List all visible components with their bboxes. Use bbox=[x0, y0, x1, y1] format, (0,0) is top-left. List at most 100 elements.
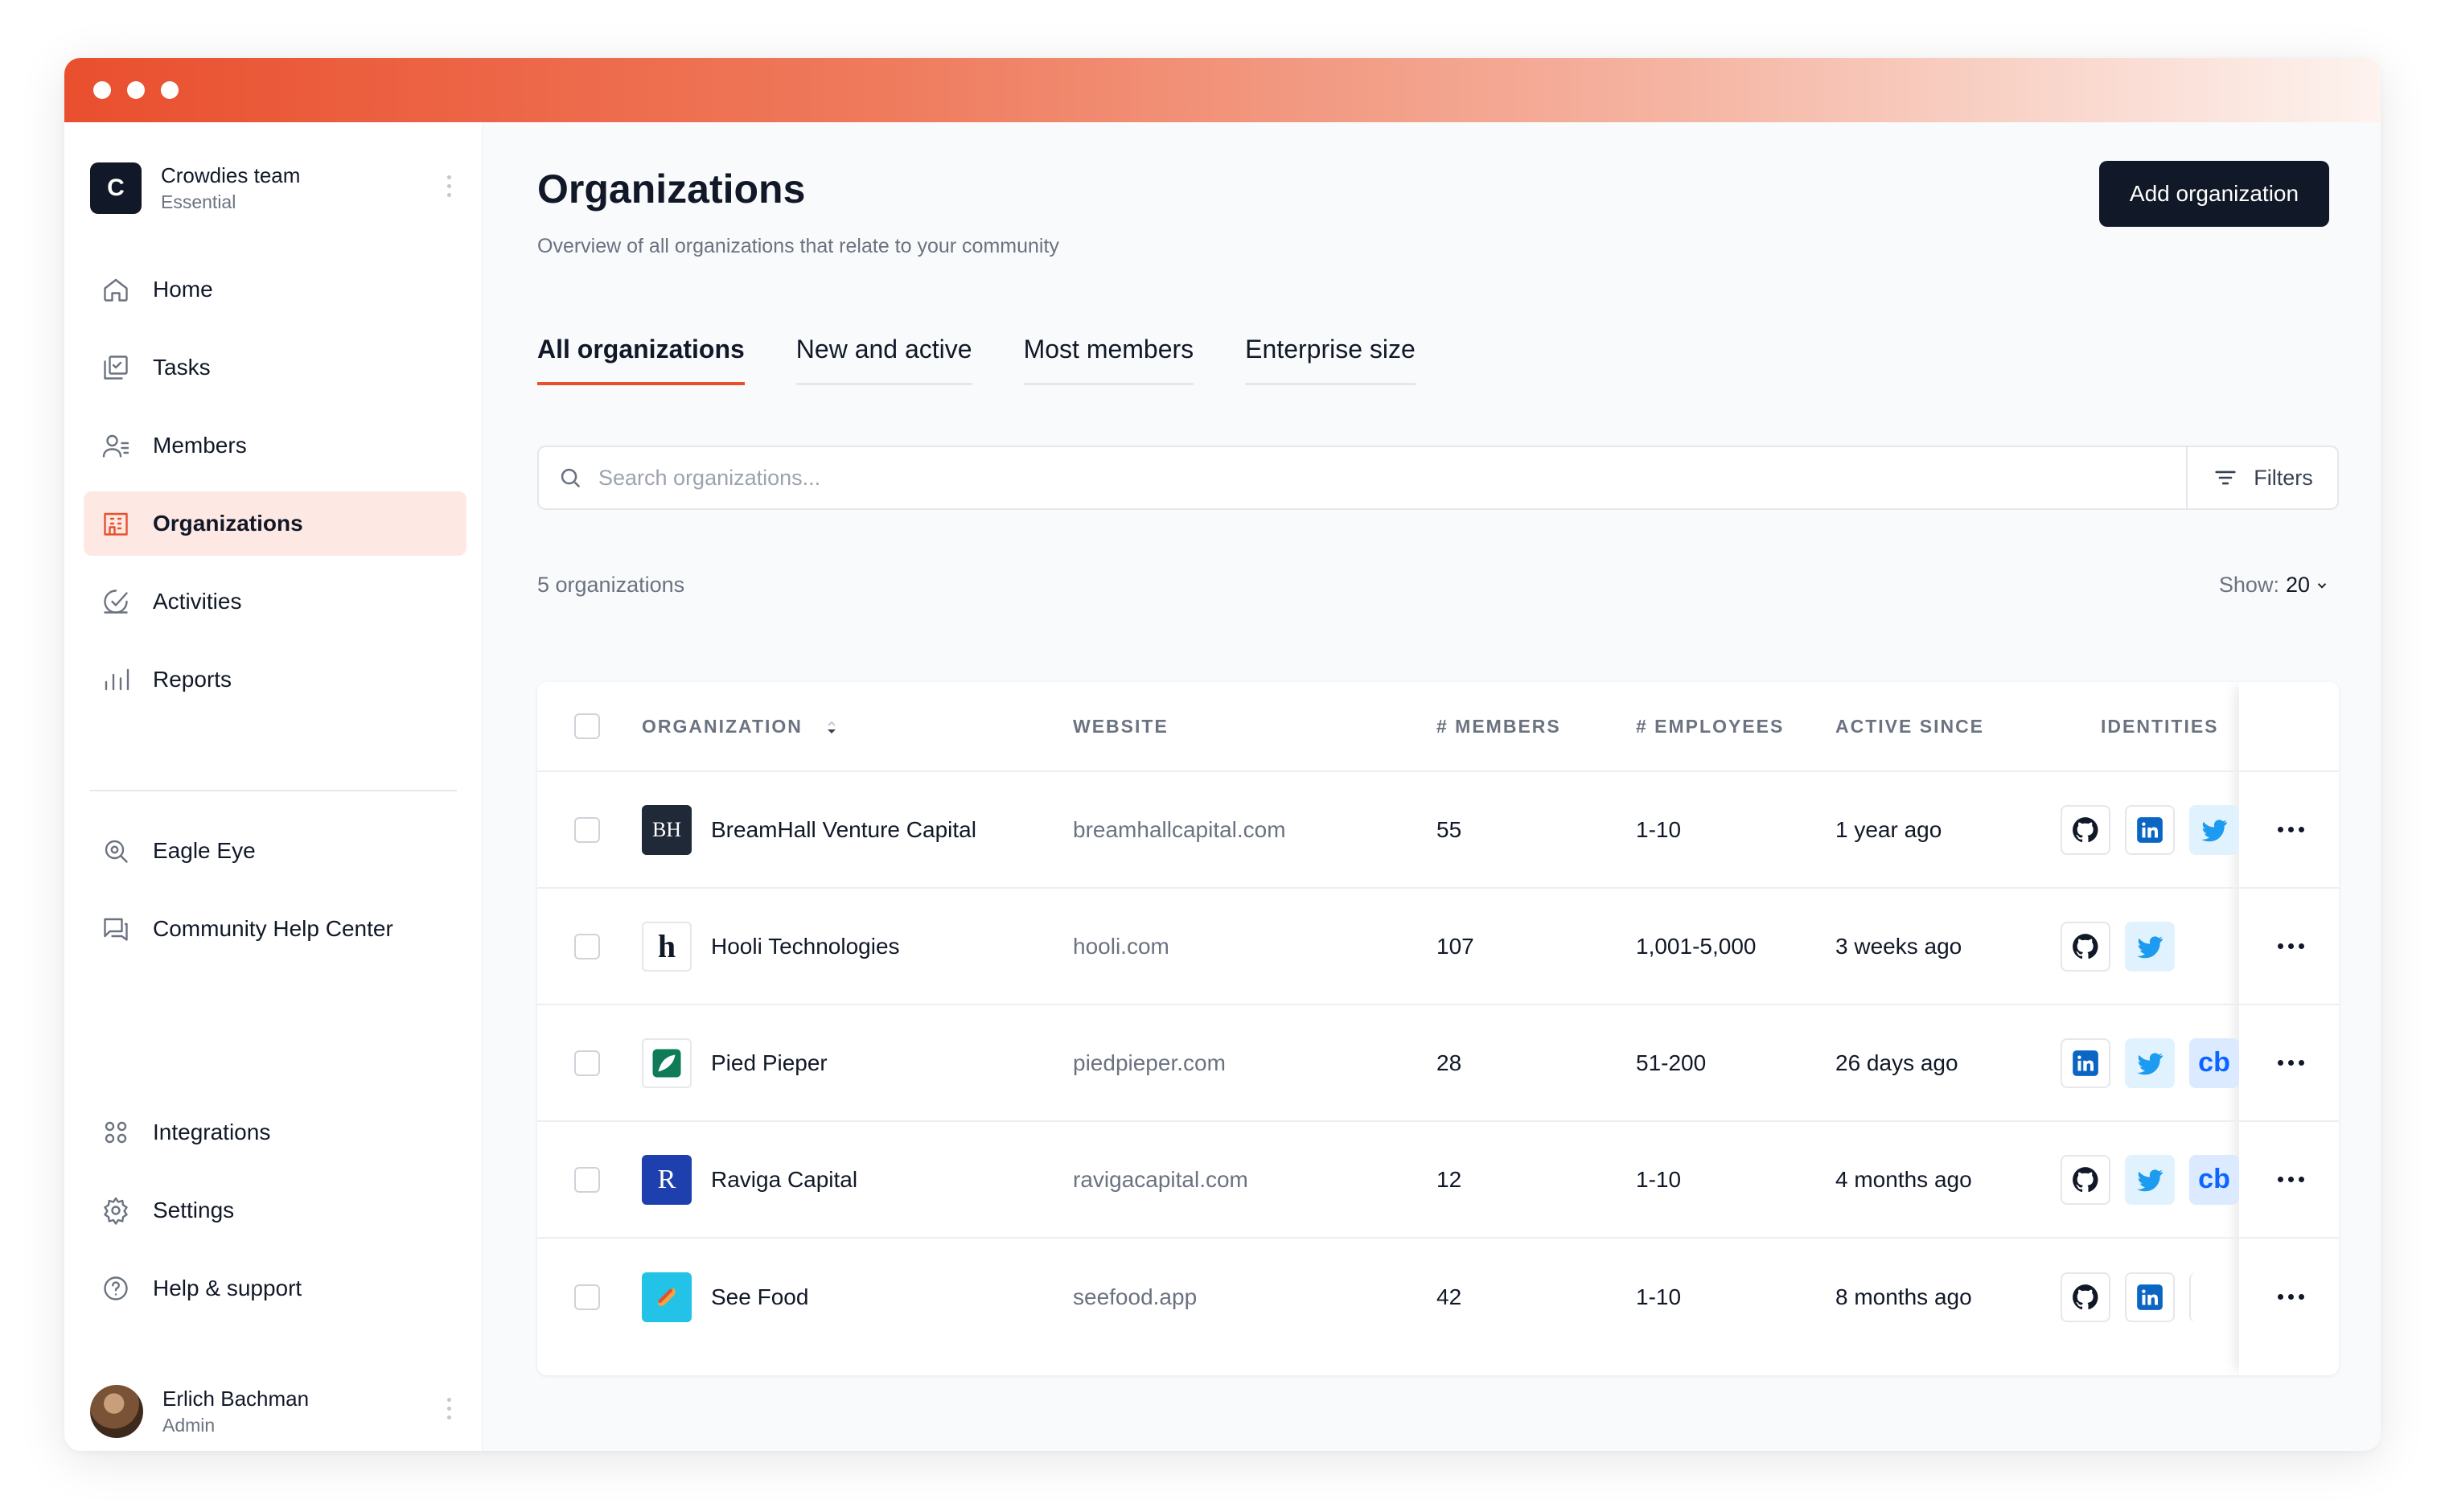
bottom-nav: Integrations Settings Help & support bbox=[84, 1100, 466, 1334]
nav-item-home[interactable]: Home bbox=[84, 257, 466, 322]
org-employees: 51-200 bbox=[1636, 1050, 1707, 1075]
crunchbase-icon[interactable]: cb bbox=[2189, 1037, 2239, 1088]
sort-icon[interactable] bbox=[825, 718, 838, 736]
github-icon[interactable] bbox=[2061, 921, 2110, 972]
nav-item-eagle-eye[interactable]: Eagle Eye bbox=[84, 819, 466, 883]
org-logo: BH bbox=[642, 804, 692, 855]
user-profile[interactable]: Erlich Bachman Admin bbox=[90, 1383, 460, 1440]
org-website[interactable]: ravigacapital.com bbox=[1073, 1167, 1248, 1193]
org-name[interactable]: Pied Pieper bbox=[711, 1050, 828, 1076]
table-row[interactable]: BH BreamHall Venture Capital breamhallca… bbox=[537, 772, 2339, 889]
org-website[interactable]: hooli.com bbox=[1073, 934, 1169, 959]
col-organization[interactable]: ORGANIZATION bbox=[642, 716, 838, 738]
identity-overflow-icon[interactable] bbox=[2189, 1272, 2213, 1322]
org-name[interactable]: See Food bbox=[711, 1284, 808, 1310]
row-actions-menu-icon[interactable] bbox=[2266, 931, 2315, 963]
org-active-since: 3 weeks ago bbox=[1835, 933, 1962, 959]
row-checkbox[interactable] bbox=[574, 1166, 600, 1193]
twitter-icon[interactable] bbox=[2125, 1154, 2175, 1205]
org-name[interactable]: BreamHall Venture Capital bbox=[711, 817, 976, 843]
identities: cb bbox=[2061, 1037, 2239, 1088]
window-close-dot[interactable] bbox=[93, 81, 111, 99]
tab-all-organizations[interactable]: All organizations bbox=[537, 335, 745, 385]
org-employees: 1,001-5,000 bbox=[1636, 933, 1757, 959]
filters-button[interactable]: Filters bbox=[2186, 447, 2337, 508]
twitter-icon[interactable] bbox=[2125, 1037, 2175, 1088]
home-icon bbox=[100, 273, 132, 306]
nav-label: Community Help Center bbox=[153, 916, 393, 941]
linkedin-icon[interactable] bbox=[2061, 1037, 2110, 1088]
table-row[interactable]: See Food seefood.app 42 1-10 8 months ag… bbox=[537, 1239, 2339, 1355]
nav-item-members[interactable]: Members bbox=[84, 413, 466, 478]
nav-item-integrations[interactable]: Integrations bbox=[84, 1100, 466, 1165]
org-members: 55 bbox=[1436, 816, 1462, 842]
crunchbase-icon[interactable]: cb bbox=[2189, 1154, 2239, 1205]
user-menu-icon[interactable] bbox=[447, 1398, 454, 1420]
row-checkbox[interactable] bbox=[574, 1284, 600, 1310]
chevron-down-icon bbox=[2317, 582, 2327, 589]
add-organization-button[interactable]: Add organization bbox=[2099, 161, 2329, 227]
col-label: ORGANIZATION bbox=[642, 715, 803, 737]
nav-item-organizations[interactable]: Organizations bbox=[84, 491, 466, 556]
org-members: 28 bbox=[1436, 1050, 1462, 1075]
window-minimize-dot[interactable] bbox=[127, 81, 145, 99]
leaf-logo-icon bbox=[642, 1037, 692, 1088]
row-checkbox[interactable] bbox=[574, 816, 600, 843]
nav-item-help-support[interactable]: Help & support bbox=[84, 1256, 466, 1321]
org-employees: 1-10 bbox=[1636, 816, 1682, 842]
chat-icon bbox=[100, 913, 132, 945]
page-title: Organizations bbox=[537, 166, 806, 212]
org-name[interactable]: Hooli Technologies bbox=[711, 934, 900, 959]
row-actions-menu-icon[interactable] bbox=[2266, 1164, 2315, 1196]
page-size-select[interactable]: Show: 20 bbox=[2219, 573, 2329, 598]
team-switcher[interactable]: C Crowdies team Essential bbox=[90, 161, 460, 216]
org-website[interactable]: piedpieper.com bbox=[1073, 1050, 1226, 1076]
window-maximize-dot[interactable] bbox=[161, 81, 179, 99]
github-icon[interactable] bbox=[2061, 804, 2110, 855]
nav-item-activities[interactable]: Activities bbox=[84, 569, 466, 634]
table-row[interactable]: h Hooli Technologies hooli.com 107 1,001… bbox=[537, 889, 2339, 1005]
row-actions-menu-icon[interactable] bbox=[2266, 1047, 2315, 1079]
org-employees: 1-10 bbox=[1636, 1166, 1682, 1192]
nav-label: Organizations bbox=[153, 511, 303, 536]
row-actions-menu-icon[interactable] bbox=[2266, 1281, 2315, 1313]
org-website[interactable]: seefood.app bbox=[1073, 1284, 1197, 1310]
main-nav: Home Tasks Members Organizations Activit… bbox=[84, 257, 466, 725]
table-row[interactable]: Pied Pieper piedpieper.com 28 51-200 26 … bbox=[537, 1005, 2339, 1122]
sidebar: C Crowdies team Essential Home Tasks Mem… bbox=[64, 122, 483, 1451]
tab-enterprise-size[interactable]: Enterprise size bbox=[1245, 335, 1416, 385]
search-input[interactable] bbox=[598, 465, 2127, 491]
tab-new-and-active[interactable]: New and active bbox=[795, 335, 972, 385]
linkedin-icon[interactable] bbox=[2125, 804, 2175, 855]
nav-item-reports[interactable]: Reports bbox=[84, 647, 466, 712]
search-bar: Filters bbox=[537, 446, 2339, 510]
twitter-icon[interactable] bbox=[2189, 804, 2239, 855]
tab-most-members[interactable]: Most members bbox=[1023, 335, 1194, 385]
github-icon[interactable] bbox=[2061, 1154, 2110, 1205]
org-name[interactable]: Raviga Capital bbox=[711, 1167, 857, 1193]
linkedin-icon[interactable] bbox=[2125, 1272, 2175, 1322]
gear-icon bbox=[100, 1194, 132, 1226]
row-checkbox[interactable] bbox=[574, 933, 600, 959]
team-menu-icon[interactable] bbox=[447, 175, 454, 197]
org-website[interactable]: breamhallcapital.com bbox=[1073, 817, 1286, 843]
table-row[interactable]: R Raviga Capital ravigacapital.com 12 1-… bbox=[537, 1122, 2339, 1239]
organizations-icon bbox=[100, 507, 132, 540]
github-icon[interactable] bbox=[2061, 1272, 2110, 1322]
twitter-icon[interactable] bbox=[2125, 921, 2175, 972]
nav-item-tasks[interactable]: Tasks bbox=[84, 335, 466, 400]
select-all-checkbox[interactable] bbox=[574, 713, 600, 739]
main-content: Organizations Overview of all organizati… bbox=[483, 122, 2381, 1451]
row-actions-menu-icon[interactable] bbox=[2266, 814, 2315, 846]
nav-item-settings[interactable]: Settings bbox=[84, 1178, 466, 1243]
tasks-icon bbox=[100, 351, 132, 384]
nav-item-community-help-center[interactable]: Community Help Center bbox=[84, 897, 466, 961]
team-name: Crowdies team bbox=[161, 163, 301, 187]
reports-icon bbox=[100, 664, 132, 696]
row-checkbox[interactable] bbox=[574, 1050, 600, 1076]
show-value: 20 bbox=[2285, 573, 2310, 597]
tabs: All organizations New and active Most me… bbox=[537, 335, 1416, 385]
nav-label: Help & support bbox=[153, 1276, 302, 1300]
nav-label: Reports bbox=[153, 667, 232, 692]
results-count: 5 organizations bbox=[537, 573, 685, 597]
